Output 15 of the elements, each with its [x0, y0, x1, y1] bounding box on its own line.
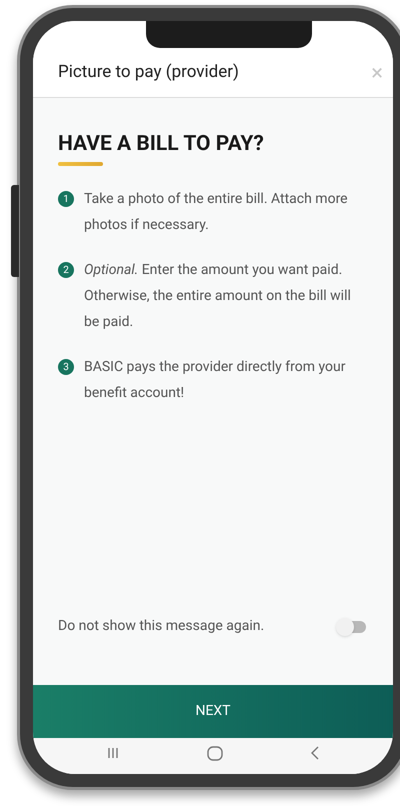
heading-underline: [58, 162, 103, 166]
home-icon[interactable]: [206, 746, 223, 761]
step-number: 3: [58, 359, 74, 376]
step-number: 1: [58, 191, 74, 208]
recent-apps-icon[interactable]: [106, 746, 120, 760]
step-number: 2: [58, 262, 74, 278]
back-icon[interactable]: [310, 746, 320, 760]
step-text: Optional. Enter the amount you want paid. Otherwise, the entire amount on the bill will be paid.: [84, 261, 352, 332]
toggle-switch[interactable]: [338, 620, 366, 632]
toggle-label: Do not show this message again.: [58, 617, 264, 636]
screen-title: Picture to pay (provider): [58, 60, 239, 84]
heading: HAVE A BILL TO PAY?: [58, 131, 264, 158]
next-button[interactable]: NEXT: [33, 685, 393, 738]
step-text: Take a photo of the entire bill. Attach more photos if necessary.: [84, 190, 349, 236]
step-text: BASIC pays the provider directly from your benefit account!: [84, 358, 346, 404]
